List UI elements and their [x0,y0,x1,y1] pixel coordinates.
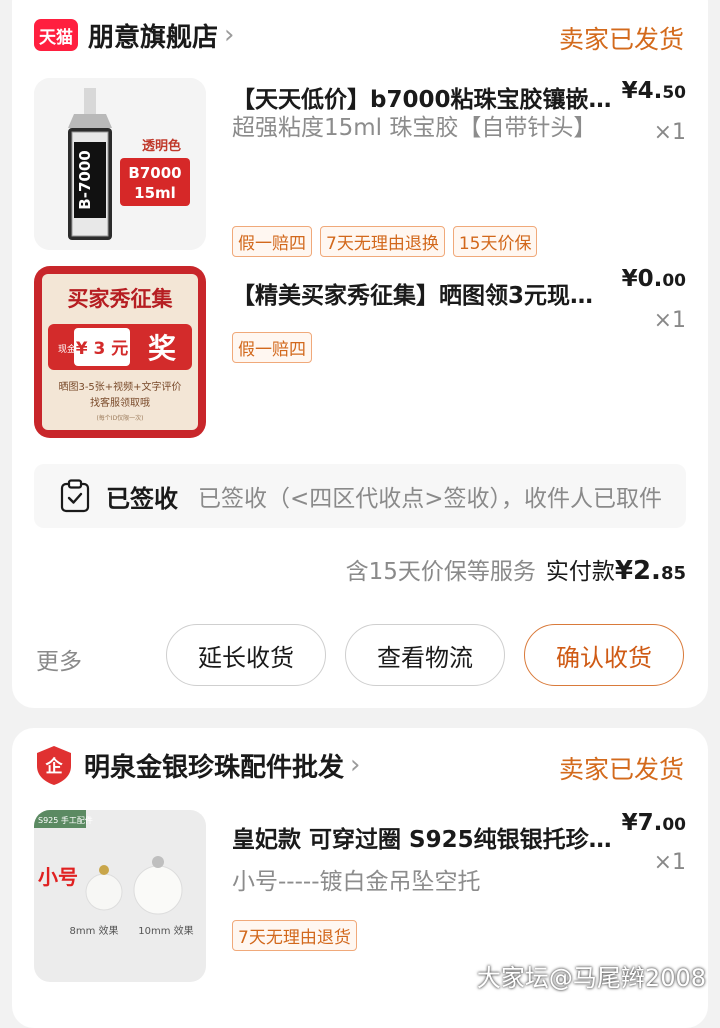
promo-line3: (每个ID仅限一次) [96,414,143,422]
image-corner: S925 手工配件 [38,815,93,825]
order-status: 卖家已发货 [558,755,684,784]
promo-line2: 找客服领取哦 [90,396,150,409]
caption-small: 8mm 效果 [69,924,118,937]
tube-label: B-7000 [76,150,94,209]
logistics-status-row[interactable]: 已签收 已签收（<四区代收点>签收），收件人已取件 [34,464,686,528]
order-card: 天猫 朋意旗舰店 › 卖家已发货 B-7000 透明色 B7000 15ml 【… [12,0,708,708]
promo-title: 买家秀征集 [68,287,174,311]
forum-watermark: 大家坛@马尾辫2008 [476,964,706,992]
caption-large: 10mm 效果 [138,924,193,937]
service-note: 含15天价保等服务 [345,559,536,585]
product-price: ¥4.50 [621,78,686,104]
service-tags: 假一赔四 7天无理由退换 15天价保 [232,226,538,257]
product-qty: ×1 [653,850,686,875]
product-name[interactable]: 【天天低价】b7000粘珠宝胶镶嵌首饰胶水 [232,80,612,114]
product-qty: ×1 [653,120,686,145]
shop-name[interactable]: 明泉金银珍珠配件批发 [84,747,344,784]
order-status: 卖家已发货 [558,25,684,54]
product-name[interactable]: 【精美买家秀征集】晒图领3元现金红包 [232,276,612,310]
paid-label: 实付款 [545,559,615,585]
chevron-right-icon[interactable]: › [350,750,360,780]
tag: 15天价保 [452,226,538,257]
paid-amount: ¥2.85 [614,556,686,586]
service-tags: 7天无理由退货 [232,920,357,951]
svg-text:企: 企 [45,756,64,777]
confirm-receipt-button[interactable]: 确认收货 [524,624,684,686]
extend-receipt-button[interactable]: 延长收货 [166,624,326,686]
tag: 7天无理由退换 [320,226,445,257]
tag: 假一赔四 [232,332,312,363]
more-button[interactable]: 更多 [36,642,82,676]
product-image[interactable]: S925 手工配件 小号 8mm 效果 10mm 效果 [34,810,206,982]
payment-summary: 含15天价保等服务 实付款 ¥2.85 [346,552,686,586]
clipboard-check-icon [60,479,90,513]
tag: 7天无理由退货 [232,920,357,951]
logistics-desc: 已签收（<四区代收点>签收），收件人已取件 [198,486,663,512]
promo-amount: ¥ 3 元 [76,339,129,359]
chevron-right-icon[interactable]: › [224,20,234,50]
shop-header[interactable]: 企 明泉金银珍珠配件批发 › [34,740,360,790]
badge-sub: 15ml [134,184,176,202]
product-price: ¥0.00 [621,266,686,292]
shop-name[interactable]: 朋意旗舰店 [88,17,218,54]
size-label: 小号 [38,865,78,889]
product-qty: ×1 [653,308,686,333]
logistics-title: 已签收 [106,484,178,513]
service-tags: 假一赔四 [232,332,312,363]
tmall-logo: 天猫 [34,19,78,51]
product-name[interactable]: 皇妃款 可穿过圈 S925纯银银托珍珠吊坠 [232,820,612,854]
promo-award: 奖 [148,332,176,365]
product-image[interactable]: B-7000 透明色 B7000 15ml [34,78,206,250]
badge-top: 透明色 [142,138,181,154]
shop-header[interactable]: 天猫 朋意旗舰店 › [34,10,234,60]
product-image[interactable]: 买家秀征集 现金红包 ¥ 3 元 奖 晒图3-5张+视频+文字评价 找客服领取哦… [34,266,206,438]
promo-line1: 晒图3-5张+视频+文字评价 [58,380,181,393]
product-variant: 小号-----镀白金吊坠空托 [232,869,481,895]
badge-main: B7000 [128,164,181,182]
product-variant: 超强粘度15ml 珠宝胶【自带针头】 [232,115,597,141]
tag: 假一赔四 [232,226,312,257]
product-price: ¥7.00 [621,810,686,836]
view-logistics-button[interactable]: 查看物流 [345,624,505,686]
shop-shield-logo: 企 [37,746,71,785]
